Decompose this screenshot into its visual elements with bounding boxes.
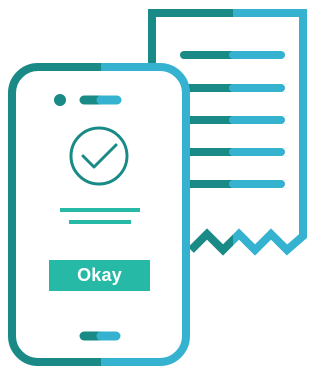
phone: [8, 63, 190, 366]
camera-dot: [54, 94, 66, 106]
receipt-lines: [180, 51, 285, 188]
okay-button: [49, 260, 150, 291]
